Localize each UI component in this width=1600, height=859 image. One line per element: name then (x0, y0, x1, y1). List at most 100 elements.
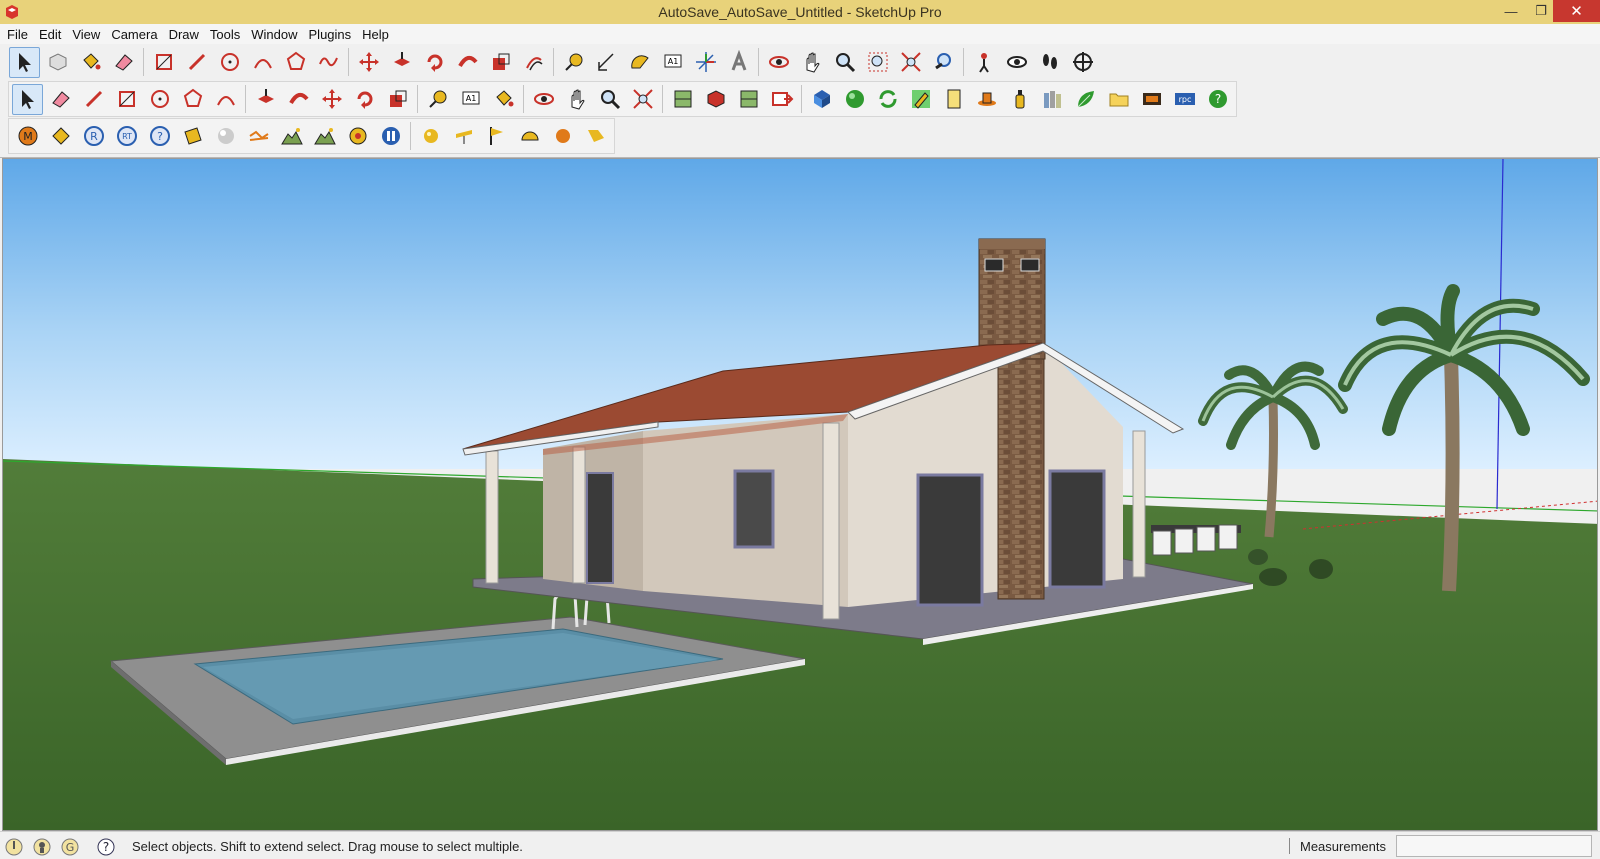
orbit-tool-button[interactable] (528, 84, 559, 115)
move-tool-button[interactable] (353, 47, 384, 78)
tag-tool-button[interactable] (45, 121, 76, 152)
section-plane-tool-button[interactable] (1067, 47, 1098, 78)
menu-plugins[interactable]: Plugins (309, 27, 359, 42)
minimize-button[interactable]: — (1496, 0, 1526, 22)
rt-badge-tool-button[interactable]: RT (111, 121, 142, 152)
rotate-tool-button[interactable] (349, 84, 380, 115)
circle-tool-button[interactable] (144, 84, 175, 115)
menu-tools[interactable]: Tools (210, 27, 247, 42)
sketchup-app-icon[interactable] (4, 4, 20, 20)
sketchup-logo-tool-button[interactable] (806, 84, 837, 115)
scale-tool-button[interactable] (382, 84, 413, 115)
rectangle-tool-button[interactable] (148, 47, 179, 78)
component-tool-button[interactable] (42, 47, 73, 78)
line-tool-button[interactable] (181, 47, 212, 78)
scale-tool-button[interactable] (485, 47, 516, 78)
green-sphere-tool-button[interactable] (839, 84, 870, 115)
text-tool-button[interactable]: A1 (657, 47, 688, 78)
extension-warehouse-tool-button[interactable] (733, 84, 764, 115)
sign-in-icon[interactable]: G (60, 837, 80, 857)
menu-file[interactable]: File (7, 27, 35, 42)
restore-button[interactable]: ❐ (1526, 0, 1556, 22)
dome-tool-button[interactable] (514, 121, 545, 152)
books-tool-button[interactable] (1037, 84, 1068, 115)
file-tool-button[interactable] (938, 84, 969, 115)
move-tool-button[interactable] (316, 84, 347, 115)
zoom-window-tool-button[interactable] (862, 47, 893, 78)
chimney-lower[interactable] (997, 358, 1045, 600)
glass-door[interactable] (916, 473, 984, 607)
spot-light-tool-button[interactable] (580, 121, 611, 152)
measurements-input[interactable] (1396, 835, 1592, 857)
light-tool-button[interactable] (448, 121, 479, 152)
r-badge-tool-button[interactable]: R (78, 121, 109, 152)
label-tool-button[interactable] (177, 121, 208, 152)
refresh-tool-button[interactable] (872, 84, 903, 115)
text-tool-button[interactable]: A1 (455, 84, 486, 115)
m-badge-tool-button[interactable]: M (12, 121, 43, 152)
paint-bucket-tool-button[interactable] (75, 47, 106, 78)
axes-tool-button[interactable] (690, 47, 721, 78)
arc-tool-button[interactable] (247, 47, 278, 78)
rectangle-tool-button[interactable] (111, 84, 142, 115)
landscape-alt-tool-button[interactable] (309, 121, 340, 152)
paint-bucket-tool-button[interactable] (488, 84, 519, 115)
follow-me-tool-button[interactable] (452, 47, 483, 78)
share-model-tool-button[interactable] (700, 84, 731, 115)
pencil-tool-button[interactable] (905, 84, 936, 115)
arc-tool-button[interactable] (210, 84, 241, 115)
protractor-tool-button[interactable] (624, 47, 655, 78)
freehand-tool-button[interactable] (313, 47, 344, 78)
push-pull-tool-button[interactable] (250, 84, 281, 115)
chimney-top[interactable] (978, 238, 1046, 360)
select-arrow-tool-button[interactable] (9, 46, 40, 78)
close-button[interactable]: ✕ (1553, 0, 1600, 22)
select-arrow-tool-button[interactable] (12, 83, 43, 115)
flag-tool-button[interactable] (481, 121, 512, 152)
menu-camera[interactable]: Camera (111, 27, 164, 42)
help-tool-button[interactable]: ? (1202, 84, 1233, 115)
geo-location-icon[interactable] (4, 837, 24, 857)
zoom-tool-button[interactable] (829, 47, 860, 78)
side-door[interactable] (586, 472, 614, 584)
leaf-tool-button[interactable] (1070, 84, 1101, 115)
pause-tool-button[interactable] (375, 121, 406, 152)
menu-edit[interactable]: Edit (39, 27, 68, 42)
hat-tool-button[interactable] (971, 84, 1002, 115)
menu-help[interactable]: Help (362, 27, 396, 42)
instructor-help-icon[interactable]: ? (96, 837, 116, 857)
window[interactable] (733, 469, 775, 549)
sphere-tool-button[interactable] (210, 121, 241, 152)
dimension-tool-button[interactable] (591, 47, 622, 78)
circle-tool-button[interactable] (214, 47, 245, 78)
polygon-tool-button[interactable] (280, 47, 311, 78)
rotate-tool-button[interactable] (419, 47, 450, 78)
send-layout-tool-button[interactable] (766, 84, 797, 115)
tape-measure-tool-button[interactable] (422, 84, 453, 115)
folder-tool-button[interactable] (1103, 84, 1134, 115)
pan-tool-button[interactable] (561, 84, 592, 115)
rpc-tool-button[interactable]: rpc (1169, 84, 1200, 115)
model-viewport[interactable] (2, 158, 1598, 831)
position-camera-tool-button[interactable] (968, 47, 999, 78)
eraser-tool-button[interactable] (45, 84, 76, 115)
menu-draw[interactable]: Draw (169, 27, 206, 42)
target-tool-button[interactable] (342, 121, 373, 152)
3d-text-tool-button[interactable] (723, 47, 754, 78)
zoom-extents-tool-button[interactable] (627, 84, 658, 115)
look-around-tool-button[interactable] (1001, 47, 1032, 78)
glass-door[interactable] (1048, 469, 1106, 589)
push-pull-tool-button[interactable] (386, 47, 417, 78)
question-badge-tool-button[interactable]: ? (144, 121, 175, 152)
follow-me-tool-button[interactable] (283, 84, 314, 115)
gold-sphere-tool-button[interactable] (415, 121, 446, 152)
line-tool-button[interactable] (78, 84, 109, 115)
scene-canvas[interactable] (3, 159, 1598, 831)
pan-tool-button[interactable] (796, 47, 827, 78)
menu-window[interactable]: Window (251, 27, 304, 42)
previous-view-tool-button[interactable] (928, 47, 959, 78)
zoom-tool-button[interactable] (594, 84, 625, 115)
walk-tool-button[interactable] (1034, 47, 1065, 78)
offset-tool-button[interactable] (518, 47, 549, 78)
credits-icon[interactable] (32, 837, 52, 857)
